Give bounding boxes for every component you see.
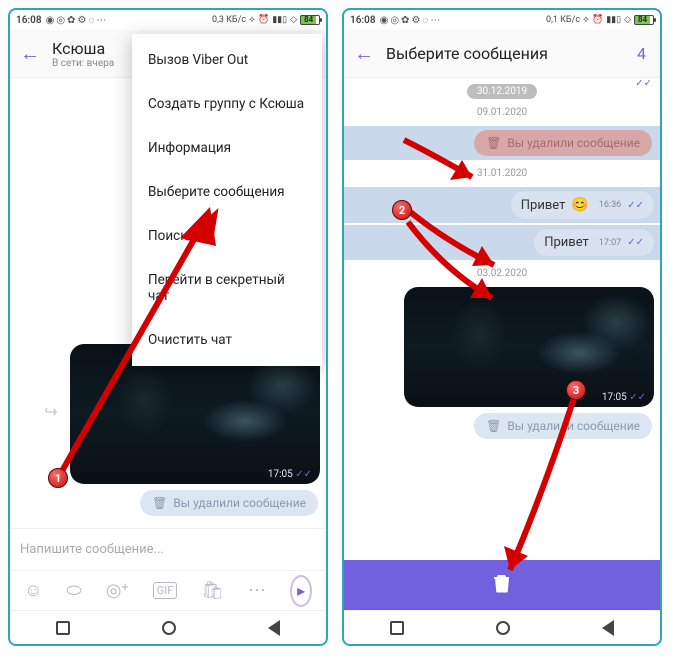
message-input[interactable]: Напишите сообщение... [20,542,316,557]
read-ticks-icon: ✓✓ [295,469,312,480]
delete-action-bar[interactable] [344,560,660,610]
back-icon[interactable]: ← [20,41,40,66]
battery-icon: 84 [300,15,320,25]
trash-icon: 🗑 [486,419,501,433]
message-bubble: Привет 😊 16:36 ✓✓ [511,191,654,219]
date-label: 03.02.2020 [350,268,654,279]
gallery-icon[interactable]: ⬭ [66,580,81,601]
selection-count: 4 [637,44,650,63]
menu-clear-chat[interactable]: Очистить чат [132,318,322,362]
trash-icon: 🗑 [152,496,167,510]
message-text: Привет [544,235,589,250]
menu-select-messages[interactable]: Выберите сообщения [132,170,322,214]
status-time: 16:08 [16,15,42,26]
nav-home[interactable] [162,621,176,635]
read-ticks-icon: ✓✓ [627,237,644,248]
deleted-message-selected: 🗑 Вы удалили сообщение [474,130,652,156]
select-header: ← Выберите сообщения 4 [344,30,660,78]
net-speed: 0,3 КБ/с [212,15,246,25]
selected-row[interactable]: 🗑 Вы удалили сообщение [344,126,660,160]
read-ticks-icon: ✓✓ [629,392,646,403]
gif-icon[interactable]: GIF [153,582,178,599]
battery-icon: 84 [634,15,654,25]
net-speed: 0,1 КБ/с [546,15,580,25]
wifi-icon: ◇ [290,15,297,25]
annotation-marker-3: 3 [566,380,586,400]
annotation-marker-1: 1 [48,468,68,488]
date-chip: 30.12.2019 [467,84,537,99]
deleted-message: 🗑 Вы удалили сообщение [474,413,652,439]
date-label: 31.01.2020 [350,168,654,179]
alarm-icon: ⏰ [592,15,603,25]
message-time: 16:36 [599,200,621,210]
message-bubble: Привет 17:07 ✓✓ [534,229,654,256]
nav-back[interactable] [268,620,280,636]
status-time: 16:08 [350,15,376,26]
phone-right: 16:08 ◉◎✿⚙◌⋯ 0,1 КБ/с ⟡ ⏰ ▮▮▯ ◇ 84 ← Выб… [342,8,662,646]
menu-create-group[interactable]: Создать группу с Ксюша [132,82,322,126]
photo-time: 17:05 [602,392,627,403]
wifi-icon: ◇ [624,15,631,25]
nav-recents[interactable] [56,621,70,635]
trash-icon[interactable] [493,573,511,598]
nav-back[interactable] [602,620,614,636]
chat-body: ✓✓ 30.12.2019 09.01.2020 🗑 Вы удалили со… [344,78,660,560]
camera-icon[interactable]: ◎⁺ [106,580,129,601]
selected-row[interactable]: Привет 17:07 ✓✓ [344,225,660,260]
annotation-marker-2: 2 [392,200,412,220]
selected-row[interactable]: Привет 😊 16:36 ✓✓ [344,187,660,223]
more-icon[interactable]: ⋯ [248,580,266,601]
phone-left: 16:08 ◉◎✿⚙◌⋯ 0,3 КБ/с ⟡ ⏰ ▮▮▯ ◇ 84 ← Ксю… [8,8,328,646]
signal-icon: ▮▮▯ [606,15,621,25]
nav-recents[interactable] [390,621,404,635]
deleted-message: 🗑 Вы удалили сообщение [140,490,318,516]
android-nav [10,610,326,644]
alarm-icon: ⏰ [258,15,269,25]
deleted-text: Вы удалили сообщение [507,136,640,150]
signal-icon: ▮▮▯ [272,15,287,25]
read-ticks-icon: ✓✓ [635,78,652,89]
bluetooth-icon: ⟡ [249,15,255,25]
date-label: 09.01.2020 [350,107,654,118]
menu-viber-out[interactable]: Вызов Viber Out [132,38,322,82]
tool-row: ☺ ⬭ ◎⁺ GIF 🛍 ⋯ ▸ [10,570,326,610]
deleted-text: Вы удалили сообщение [173,496,306,510]
status-notif-icons: ◉◎✿⚙◌⋯ [46,15,107,26]
nav-home[interactable] [496,621,510,635]
sticker-icon[interactable]: ☺ [24,580,42,601]
status-bar: 16:08 ◉◎✿⚙◌⋯ 0,3 КБ/с ⟡ ⏰ ▮▮▯ ◇ 84 [10,10,326,30]
trash-icon: 🗑 [486,136,501,150]
options-menu: Вызов Viber Out Создать группу с Ксюша И… [132,34,322,366]
shop-icon[interactable]: 🛍 [201,580,224,601]
menu-info[interactable]: Информация [132,126,322,170]
read-ticks-icon: ✓✓ [627,200,644,211]
menu-search[interactable]: Поиск [132,214,322,258]
deleted-text: Вы удалили сообщение [507,419,640,433]
send-button[interactable]: ▸ [290,575,312,607]
photo-message[interactable]: 17:05 ✓✓ [404,287,654,407]
status-bar: 16:08 ◉◎✿⚙◌⋯ 0,1 КБ/с ⟡ ⏰ ▮▮▯ ◇ 84 [344,10,660,30]
message-time: 17:07 [599,238,621,248]
select-title: Выберите сообщения [386,44,625,63]
smile-emoji: 😊 [571,197,588,213]
menu-secret-chat[interactable]: Перейти в секретный чат [132,258,322,318]
photo-time: 17:05 [268,469,293,480]
status-notif-icons: ◉◎✿⚙◌⋯ [380,15,441,26]
back-icon[interactable]: ← [354,41,374,66]
share-icon[interactable]: ↪ [36,396,66,426]
message-text: Привет [521,198,566,213]
bluetooth-icon: ⟡ [583,15,589,25]
android-nav [344,610,660,644]
input-bar: Напишите сообщение... [10,528,326,570]
